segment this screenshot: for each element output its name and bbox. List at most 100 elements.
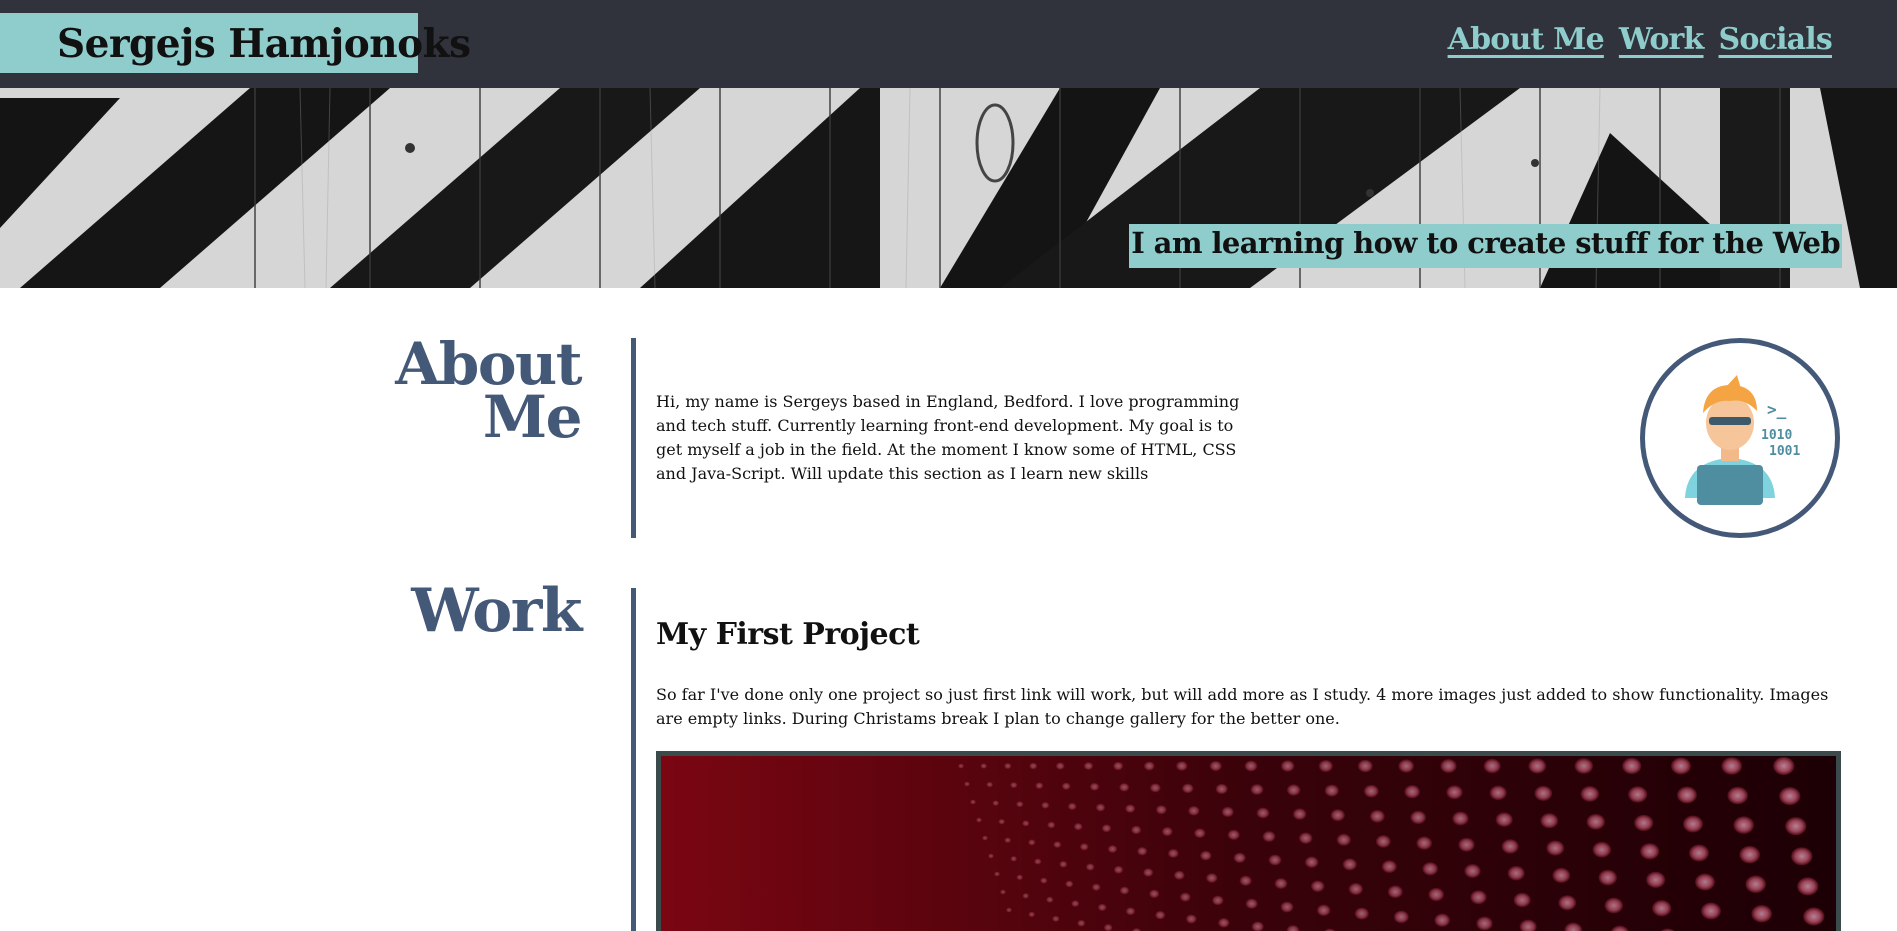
led-dot: [1416, 836, 1433, 850]
developer-avatar: >_ 1010 1001: [1640, 338, 1840, 538]
led-dot: [992, 800, 1000, 806]
led-dot: [1206, 873, 1218, 883]
led-dot: [1410, 810, 1427, 825]
led-dot: [1233, 852, 1246, 864]
led-dot: [1215, 783, 1228, 795]
led-dot: [1342, 858, 1357, 871]
led-dot: [1119, 886, 1130, 895]
led-dot: [1495, 812, 1513, 827]
led-dot: [1173, 870, 1185, 880]
led-dot: [1077, 919, 1086, 927]
led-dot: [1250, 783, 1264, 796]
led-dot: [1586, 813, 1606, 830]
project-thumbnail-link[interactable]: [656, 751, 1841, 931]
led-dot: [1227, 829, 1240, 841]
led-dot: [1528, 758, 1547, 774]
led-dot: [1304, 856, 1319, 869]
nav-link-about-me[interactable]: About Me: [1448, 22, 1605, 57]
led-dot: [1604, 897, 1624, 914]
led-dot: [982, 835, 988, 841]
led-dot: [1751, 904, 1773, 923]
led-dot: [1071, 900, 1080, 907]
led-dot: [1053, 841, 1062, 849]
led-dot: [1052, 915, 1060, 922]
led-dot: [1316, 904, 1331, 917]
led-dot: [1727, 786, 1749, 805]
about-divider: [631, 338, 636, 538]
led-dot: [1513, 892, 1531, 908]
led-dot: [1004, 762, 1012, 770]
led-dot: [1101, 824, 1112, 833]
avatar-binary-2: 1001: [1769, 444, 1800, 459]
led-dot: [1434, 913, 1451, 927]
led-dot: [1274, 877, 1288, 890]
led-dot: [1239, 875, 1252, 886]
led-dot: [1640, 843, 1660, 860]
led-dot: [1476, 916, 1493, 931]
led-dot: [1006, 907, 1012, 913]
led-dot: [1574, 758, 1594, 774]
led-dot: [1695, 873, 1715, 891]
led-dot: [1125, 804, 1136, 813]
led-dot: [1194, 828, 1206, 839]
led-dot: [1489, 785, 1507, 801]
led-dot: [1119, 782, 1130, 792]
led-dot: [1501, 839, 1519, 854]
led-dot: [1683, 815, 1703, 833]
led-dot: [1047, 821, 1056, 829]
led-dot: [986, 781, 994, 788]
led-dot: [1779, 787, 1801, 806]
led-dot: [1137, 846, 1148, 856]
led-dot: [1280, 760, 1295, 772]
led-dot: [1103, 923, 1113, 931]
project-title: My First Project: [656, 617, 920, 652]
led-dot: [1592, 841, 1612, 858]
about-title-line2: Me: [482, 383, 583, 452]
led-dot: [1546, 840, 1565, 856]
led-dot: [1733, 816, 1755, 834]
led-dot: [1773, 756, 1795, 776]
led-dot: [1089, 782, 1100, 791]
led-dot: [1507, 865, 1525, 881]
led-dot: [1375, 835, 1391, 848]
brand-badge[interactable]: Sergejs Hamjonoks: [0, 13, 471, 73]
led-dot: [1010, 781, 1018, 789]
developer-avatar-icon: >_ 1010 1001: [1685, 375, 1800, 505]
led-dot: [1149, 783, 1161, 793]
led-dot: [1016, 874, 1024, 881]
led-dot: [1354, 907, 1369, 920]
led-dot: [1428, 887, 1445, 902]
led-dot: [1381, 860, 1397, 874]
led-dot: [1534, 785, 1553, 801]
led-dot: [1552, 867, 1571, 884]
hero-tagline: I am learning how to create stuff for th…: [1129, 224, 1842, 268]
led-dot: [1212, 895, 1224, 906]
led-dot: [1677, 786, 1697, 804]
led-dot: [1059, 860, 1068, 868]
led-dot: [1000, 889, 1006, 895]
led-dot: [1440, 758, 1457, 774]
led-dot: [1041, 801, 1050, 809]
led-dot: [1791, 847, 1813, 866]
led-dot: [1483, 758, 1501, 774]
nav-link-socials[interactable]: Socials: [1719, 22, 1833, 57]
led-dot: [1701, 902, 1721, 920]
led-dot: [1422, 862, 1439, 876]
led-dot: [1369, 809, 1385, 823]
led-dot: [1721, 757, 1743, 775]
led-dot: [1083, 761, 1094, 771]
led-dot: [1209, 760, 1222, 772]
main-nav: About Me Work Socials: [1448, 22, 1833, 57]
led-dot: [1073, 822, 1083, 831]
led-dot: [1348, 882, 1363, 896]
led-dot: [1061, 782, 1071, 790]
nav-link-work[interactable]: Work: [1619, 22, 1704, 57]
led-dot: [1221, 806, 1234, 818]
led-dot: [1034, 858, 1042, 865]
led-dot: [1458, 837, 1475, 852]
brand-name[interactable]: Sergejs Hamjonoks: [57, 21, 471, 67]
led-dot: [1113, 761, 1124, 771]
led-dot: [1107, 844, 1118, 854]
led-dot: [1803, 907, 1825, 926]
led-dot: [1029, 762, 1038, 770]
